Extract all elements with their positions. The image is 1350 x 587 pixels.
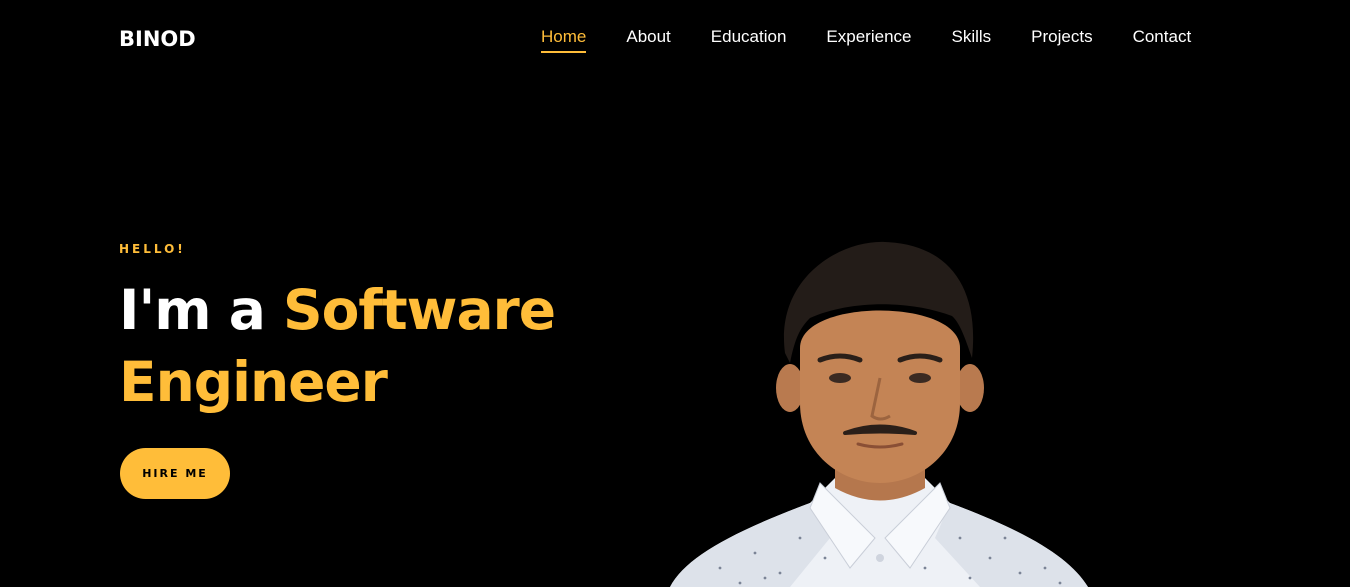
headline-accent-software: Software bbox=[283, 278, 556, 342]
nav-item-about[interactable]: About bbox=[626, 27, 670, 53]
profile-photo bbox=[670, 241, 1088, 587]
nav-links: Home About Education Experience Skills P… bbox=[541, 27, 1191, 53]
face-shape bbox=[800, 310, 960, 483]
hero-eyebrow: HELLO! bbox=[119, 242, 186, 256]
navbar: BINOD Home About Education Experience Sk… bbox=[0, 0, 1350, 78]
headline-prefix: I'm a bbox=[119, 278, 284, 342]
nav-item-experience[interactable]: Experience bbox=[826, 27, 911, 53]
nav-item-contact[interactable]: Contact bbox=[1133, 27, 1192, 53]
nav-item-skills[interactable]: Skills bbox=[951, 27, 991, 53]
nav-item-projects[interactable]: Projects bbox=[1031, 27, 1092, 53]
nav-item-education[interactable]: Education bbox=[711, 27, 787, 53]
hero-headline: I'm a Software Engineer bbox=[119, 274, 556, 418]
hero-text: HELLO! I'm a Software Engineer bbox=[119, 242, 556, 418]
brand-logo[interactable]: BINOD bbox=[119, 27, 196, 51]
headline-accent-engineer: Engineer bbox=[119, 350, 388, 414]
page: BINOD Home About Education Experience Sk… bbox=[0, 0, 1350, 587]
nav-item-home[interactable]: Home bbox=[541, 27, 587, 53]
hire-me-button[interactable]: HIRE ME bbox=[120, 448, 230, 499]
